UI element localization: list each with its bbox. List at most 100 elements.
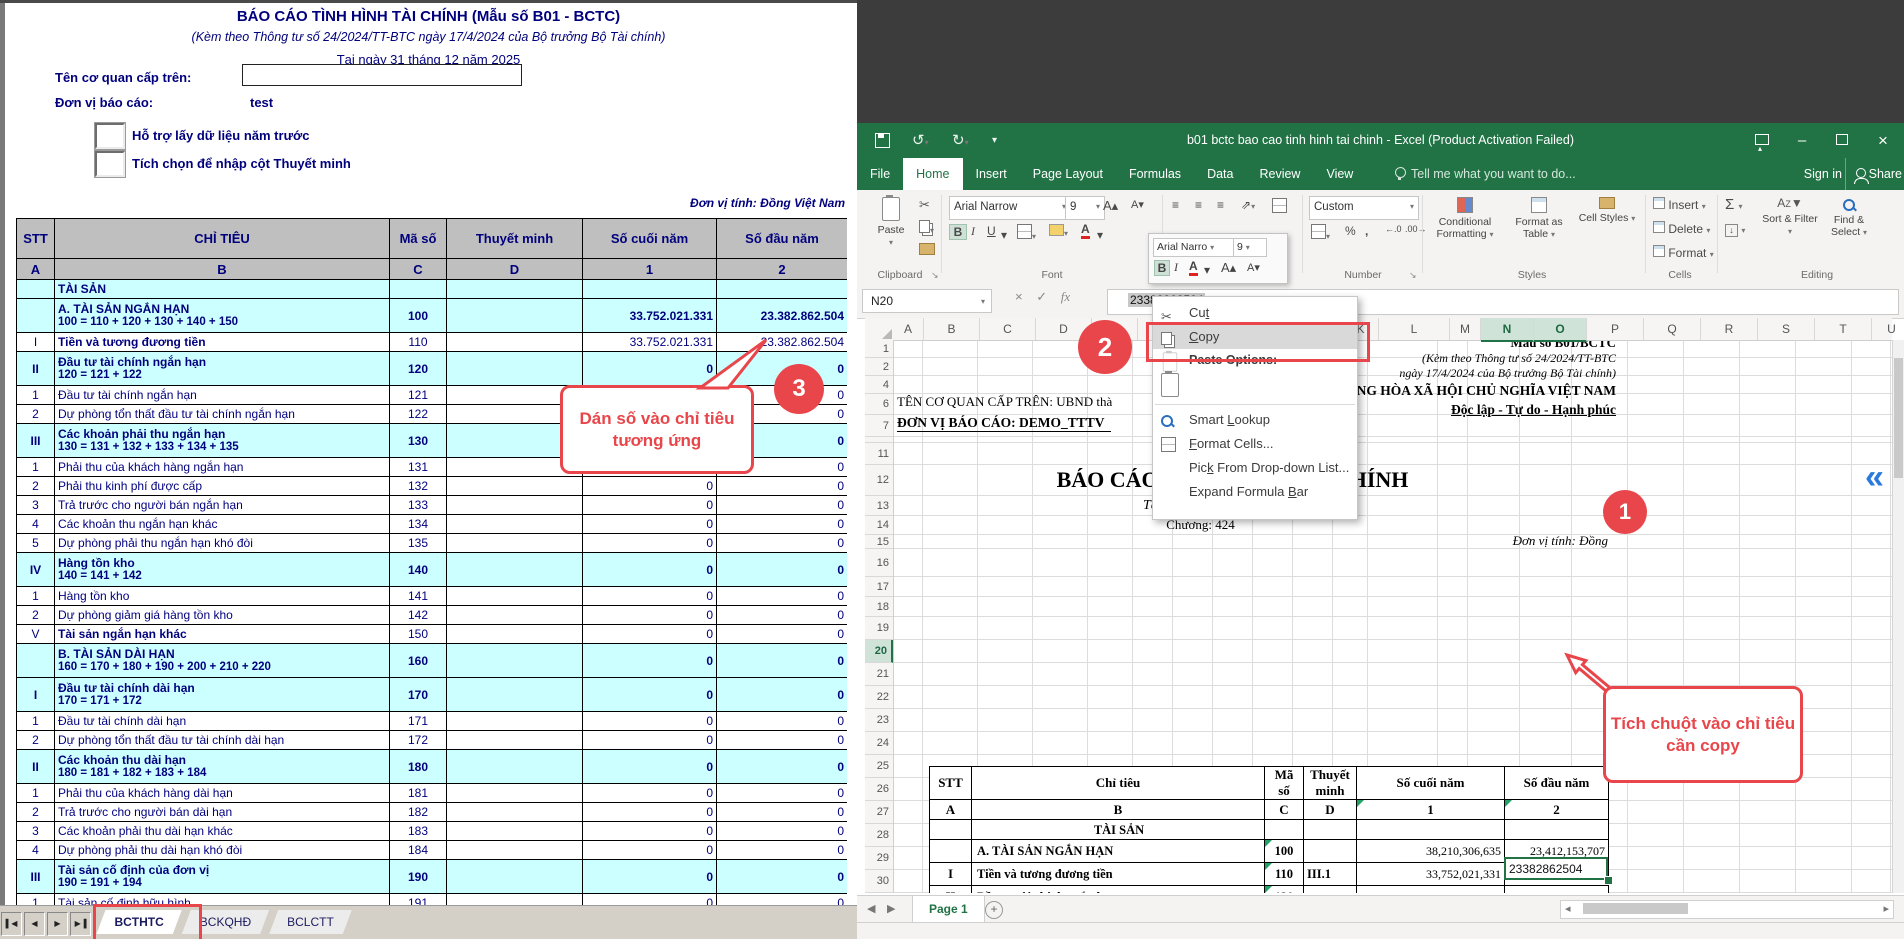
row-header-12[interactable]: 12: [865, 465, 893, 496]
number-dialog-launcher[interactable]: ↘: [1409, 270, 1417, 281]
report-row[interactable]: 1Hàng tồn kho14100: [17, 587, 848, 606]
new-sheet-button[interactable]: +: [985, 901, 1003, 919]
ribbon-tab-data[interactable]: Data: [1194, 158, 1246, 190]
ribbon-tab-home[interactable]: Home: [903, 158, 962, 190]
column-header-A[interactable]: A: [893, 318, 924, 340]
checkbox-load-previous-year[interactable]: [95, 123, 125, 149]
ribbon-display-options-button[interactable]: [1745, 123, 1779, 158]
cell-begin-value[interactable]: [1505, 820, 1609, 840]
comma-style-button[interactable]: ,: [1365, 224, 1368, 238]
ribbon-tab-review[interactable]: Review: [1246, 158, 1313, 190]
row-header-25[interactable]: 25: [865, 755, 893, 778]
sheet-row[interactable]: IIĐầu tư tài chính ngắn hạn120: [930, 886, 1609, 894]
mini-grow-font-button[interactable]: A▴: [1221, 260, 1236, 276]
column-header-M[interactable]: M: [1450, 318, 1481, 340]
mini-shrink-font-button[interactable]: A▾: [1247, 261, 1260, 274]
font-color-menu[interactable]: ▾: [1097, 228, 1103, 242]
cell-label[interactable]: Tiền và tương đương tiền: [972, 863, 1265, 886]
row-header-23[interactable]: 23: [865, 709, 893, 732]
report-row[interactable]: 2Trả trước cho người bán dài hạn18200: [17, 803, 848, 822]
column-header-P[interactable]: P: [1587, 318, 1644, 340]
fill-handle[interactable]: [1604, 876, 1613, 885]
report-row[interactable]: IVHàng tồn kho140 = 141 + 14214000: [17, 553, 848, 587]
format-cells-button[interactable]: Format ▾: [1653, 245, 1714, 260]
italic-button[interactable]: I: [971, 224, 975, 239]
close-button[interactable]: ×: [1865, 123, 1901, 158]
report-row[interactable]: IICác khoản thu dài hạn180 = 181 + 182 +…: [17, 750, 848, 784]
cell-styles-button[interactable]: Cell Styles ▾: [1575, 195, 1639, 265]
ribbon-tab-insert[interactable]: Insert: [963, 158, 1020, 190]
autosum-button[interactable]: Σ ▾: [1725, 196, 1742, 213]
align-top-button[interactable]: ≡: [1172, 198, 1181, 212]
format-painter-button[interactable]: [919, 243, 935, 258]
column-header-S[interactable]: S: [1758, 318, 1815, 340]
mini-font-size-select[interactable]: 9 ▾: [1233, 238, 1267, 257]
tell-me-box[interactable]: Tell me what you want to do...: [1395, 158, 1576, 190]
sheet-grid[interactable]: TÊN CƠ QUAN CẤP TRÊN: UBND thà ĐƠN VỊ BÁ…: [893, 340, 1892, 893]
cell-label[interactable]: TÀI SẢN: [972, 820, 1265, 840]
row-header-2[interactable]: 2: [865, 358, 893, 376]
clipboard-dialog-launcher[interactable]: ↘: [931, 270, 939, 281]
cell-code[interactable]: 100: [1265, 840, 1304, 863]
cell-stt[interactable]: [930, 820, 972, 840]
mini-font-name-select[interactable]: Arial Narro ▾: [1153, 238, 1235, 257]
row-header-30[interactable]: 30: [865, 870, 893, 893]
menu-item-format-cells-[interactable]: Format Cells...: [1153, 432, 1357, 456]
decrease-decimal-button[interactable]: .00→: [1405, 224, 1427, 234]
conditional-formatting-button[interactable]: Conditional Formatting ▾: [1429, 195, 1501, 265]
sort-filter-button[interactable]: AZ▼ Sort & Filter ▾: [1762, 195, 1818, 265]
delete-cells-button[interactable]: Delete ▾: [1653, 221, 1710, 236]
ribbon-tab-view[interactable]: View: [1313, 158, 1366, 190]
row-header-22[interactable]: 22: [865, 686, 893, 709]
report-row[interactable]: A. TÀI SẢN NGẮN HẠN100 = 110 + 120 + 130…: [17, 299, 848, 333]
align-bottom-button[interactable]: ≡: [1217, 198, 1224, 212]
mini-bold-button[interactable]: B: [1154, 260, 1170, 276]
row-header-21[interactable]: 21: [865, 663, 893, 686]
cut-button[interactable]: ✂: [919, 197, 930, 213]
cell-note[interactable]: [1304, 886, 1357, 894]
wrap-text-button[interactable]: [1272, 198, 1287, 216]
mini-italic-button[interactable]: I: [1174, 260, 1178, 275]
mini-font-color-button[interactable]: A: [1189, 259, 1198, 276]
cell-note[interactable]: III.1: [1304, 863, 1357, 886]
checkbox-enter-notes-column[interactable]: [95, 151, 125, 177]
maximize-button[interactable]: [1825, 123, 1859, 158]
row-header-27[interactable]: 27: [865, 801, 893, 824]
horizontal-scrollbar-thumb[interactable]: [1583, 903, 1688, 914]
selected-cell[interactable]: 23382862504: [1504, 857, 1608, 880]
column-header-U[interactable]: U: [1872, 318, 1904, 340]
column-header-B[interactable]: B: [924, 318, 980, 340]
row-header-7[interactable]: 7: [865, 415, 893, 437]
report-row[interactable]: 1Phải thu của khách hàng dài hạn18100: [17, 784, 848, 803]
sheet-tab-bclctt[interactable]: BCLCTT: [269, 910, 352, 934]
report-row[interactable]: 5Dự phòng phải thu ngắn hạn khó đòi13500: [17, 534, 848, 553]
horizontal-scrollbar[interactable]: ◂ ▸: [1560, 900, 1894, 919]
sheet-row[interactable]: TÀI SẢN: [930, 820, 1609, 840]
cell-stt[interactable]: I: [930, 863, 972, 886]
menu-item-expand-formula-bar[interactable]: Expand Formula Bar: [1153, 480, 1357, 504]
underline-menu[interactable]: ▾: [1001, 228, 1007, 242]
orientation-button[interactable]: ⇗▾: [1241, 198, 1255, 212]
row-header-19[interactable]: 19: [865, 617, 893, 640]
select-all-corner[interactable]: [865, 318, 894, 341]
cell-end-value[interactable]: 38,210,306,635: [1357, 840, 1505, 863]
report-row[interactable]: 2Dự phòng tổn thất đầu tư tài chính dài …: [17, 731, 848, 750]
percent-style-button[interactable]: %: [1345, 224, 1356, 238]
fill-color-button[interactable]: ▾: [1049, 224, 1068, 239]
number-format-select[interactable]: Custom ▾: [1309, 196, 1419, 220]
cell-stt[interactable]: [930, 840, 972, 863]
cell-end-value[interactable]: 33,752,021,331: [1357, 863, 1505, 886]
cancel-entry-icon[interactable]: ×: [1015, 289, 1023, 304]
font-size-select[interactable]: 9 ▾: [1065, 196, 1105, 220]
hscroll-right-arrow[interactable]: ▸: [1883, 896, 1889, 922]
vertical-scrollbar[interactable]: [1892, 340, 1904, 893]
column-header-L[interactable]: L: [1379, 318, 1450, 340]
report-row[interactable]: 4Dự phòng phải thu dài hạn khó đòi18400: [17, 841, 848, 860]
ribbon-tab-formulas[interactable]: Formulas: [1116, 158, 1194, 190]
cell-code[interactable]: [1265, 820, 1304, 840]
cell-begin-value[interactable]: [1505, 886, 1609, 894]
row-header-26[interactable]: 26: [865, 778, 893, 801]
copy-button[interactable]: ▾: [919, 220, 934, 236]
column-header-N[interactable]: N: [1481, 318, 1534, 342]
report-row[interactable]: VTài sản ngắn hạn khác15000: [17, 625, 848, 644]
